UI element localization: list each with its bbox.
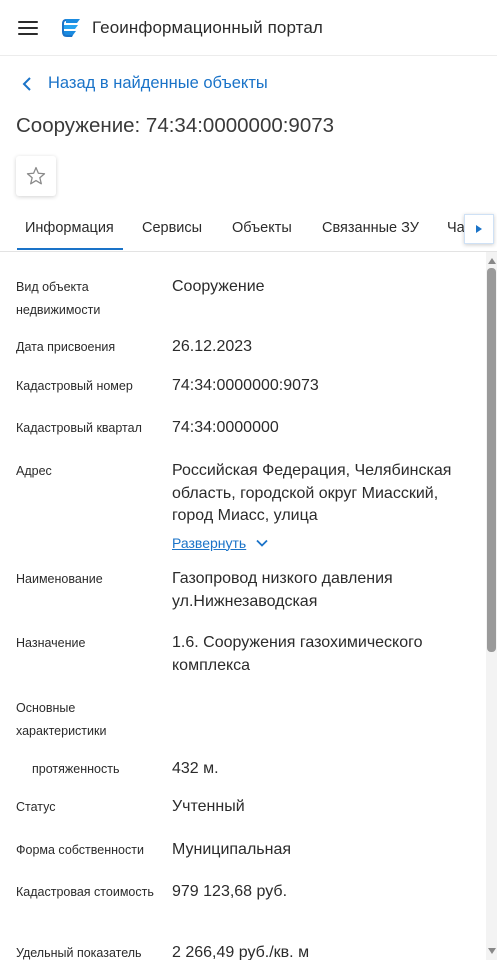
detail-label: Кадастровый номер [16, 379, 133, 393]
object-details: Вид объекта недвижимости Сооружение Дата… [0, 252, 486, 960]
chevron-left-icon [22, 76, 31, 91]
tabs-scroll-right-button[interactable] [464, 214, 494, 244]
chevron-down-icon [256, 539, 268, 547]
expand-label: Развернуть [172, 534, 247, 551]
detail-value: 432 м. [172, 760, 219, 777]
scroll-down-arrow-icon[interactable] [488, 948, 496, 954]
detail-label: Вид объекта недвижимости [16, 280, 101, 317]
address-value: Российская Федерация, Челябинская област… [172, 462, 452, 524]
detail-value: 1.6. Сооружения газохимического комплекс… [172, 634, 423, 674]
detail-value: Газопровод низкого давления ул.Нижнезаво… [172, 570, 393, 610]
tab-parts[interactable]: Ча [447, 220, 465, 236]
detail-value: 2 266,49 руб./кв. м [172, 944, 310, 960]
detail-value: 979 123,68 руб. [172, 883, 288, 900]
detail-label: Кадастровый квартал [16, 421, 142, 435]
hamburger-menu-icon[interactable] [18, 21, 38, 37]
expand-address-link[interactable]: Развернуть [172, 532, 268, 555]
detail-label: Форма собственности [16, 843, 144, 857]
detail-value: Сооружение [172, 278, 265, 295]
tab-services[interactable]: Сервисы [142, 220, 202, 236]
app-header: Геоинформационный портал [0, 0, 497, 56]
detail-label: Основные характеристики [16, 701, 107, 738]
detail-value: Учтенный [172, 798, 245, 815]
star-icon [26, 166, 46, 185]
detail-label: протяженность [32, 762, 120, 776]
detail-value: 74:34:0000000 [172, 419, 279, 436]
tab-related-land[interactable]: Связанные ЗУ [322, 220, 419, 236]
tab-bar: Информация Сервисы Объекты Связанные ЗУ … [0, 208, 497, 252]
detail-label: Адрес [16, 464, 52, 478]
detail-label: Статус [16, 800, 56, 814]
tab-objects[interactable]: Объекты [232, 220, 292, 236]
detail-label: Кадастровая стоимость [16, 885, 154, 899]
favorite-button[interactable] [16, 156, 56, 196]
app-title: Геоинформационный портал [92, 18, 323, 37]
scroll-up-arrow-icon[interactable] [488, 258, 496, 264]
detail-value: 74:34:0000000:9073 [172, 377, 319, 394]
detail-value: Муниципальная [172, 841, 292, 858]
detail-label: Удельный показатель [16, 946, 142, 960]
detail-value: 26.12.2023 [172, 338, 253, 355]
scrollbar-thumb[interactable] [487, 268, 496, 652]
detail-value-block: Российская Федерация, Челябинская област… [172, 460, 472, 555]
details-scrollbar[interactable] [486, 252, 497, 960]
detail-label: Дата присвоения [16, 340, 116, 354]
detail-label: Назначение [16, 636, 86, 650]
back-to-results-link[interactable]: Назад в найденные объекты [20, 74, 268, 93]
back-link-label: Назад в найденные объекты [48, 74, 268, 92]
tab-information[interactable]: Информация [17, 220, 123, 250]
detail-label: Наименование [16, 572, 103, 586]
caret-right-icon [476, 225, 482, 233]
portal-logo-icon[interactable] [60, 16, 84, 40]
page-title: Сооружение: 74:34:0000000:9073 [16, 114, 335, 137]
